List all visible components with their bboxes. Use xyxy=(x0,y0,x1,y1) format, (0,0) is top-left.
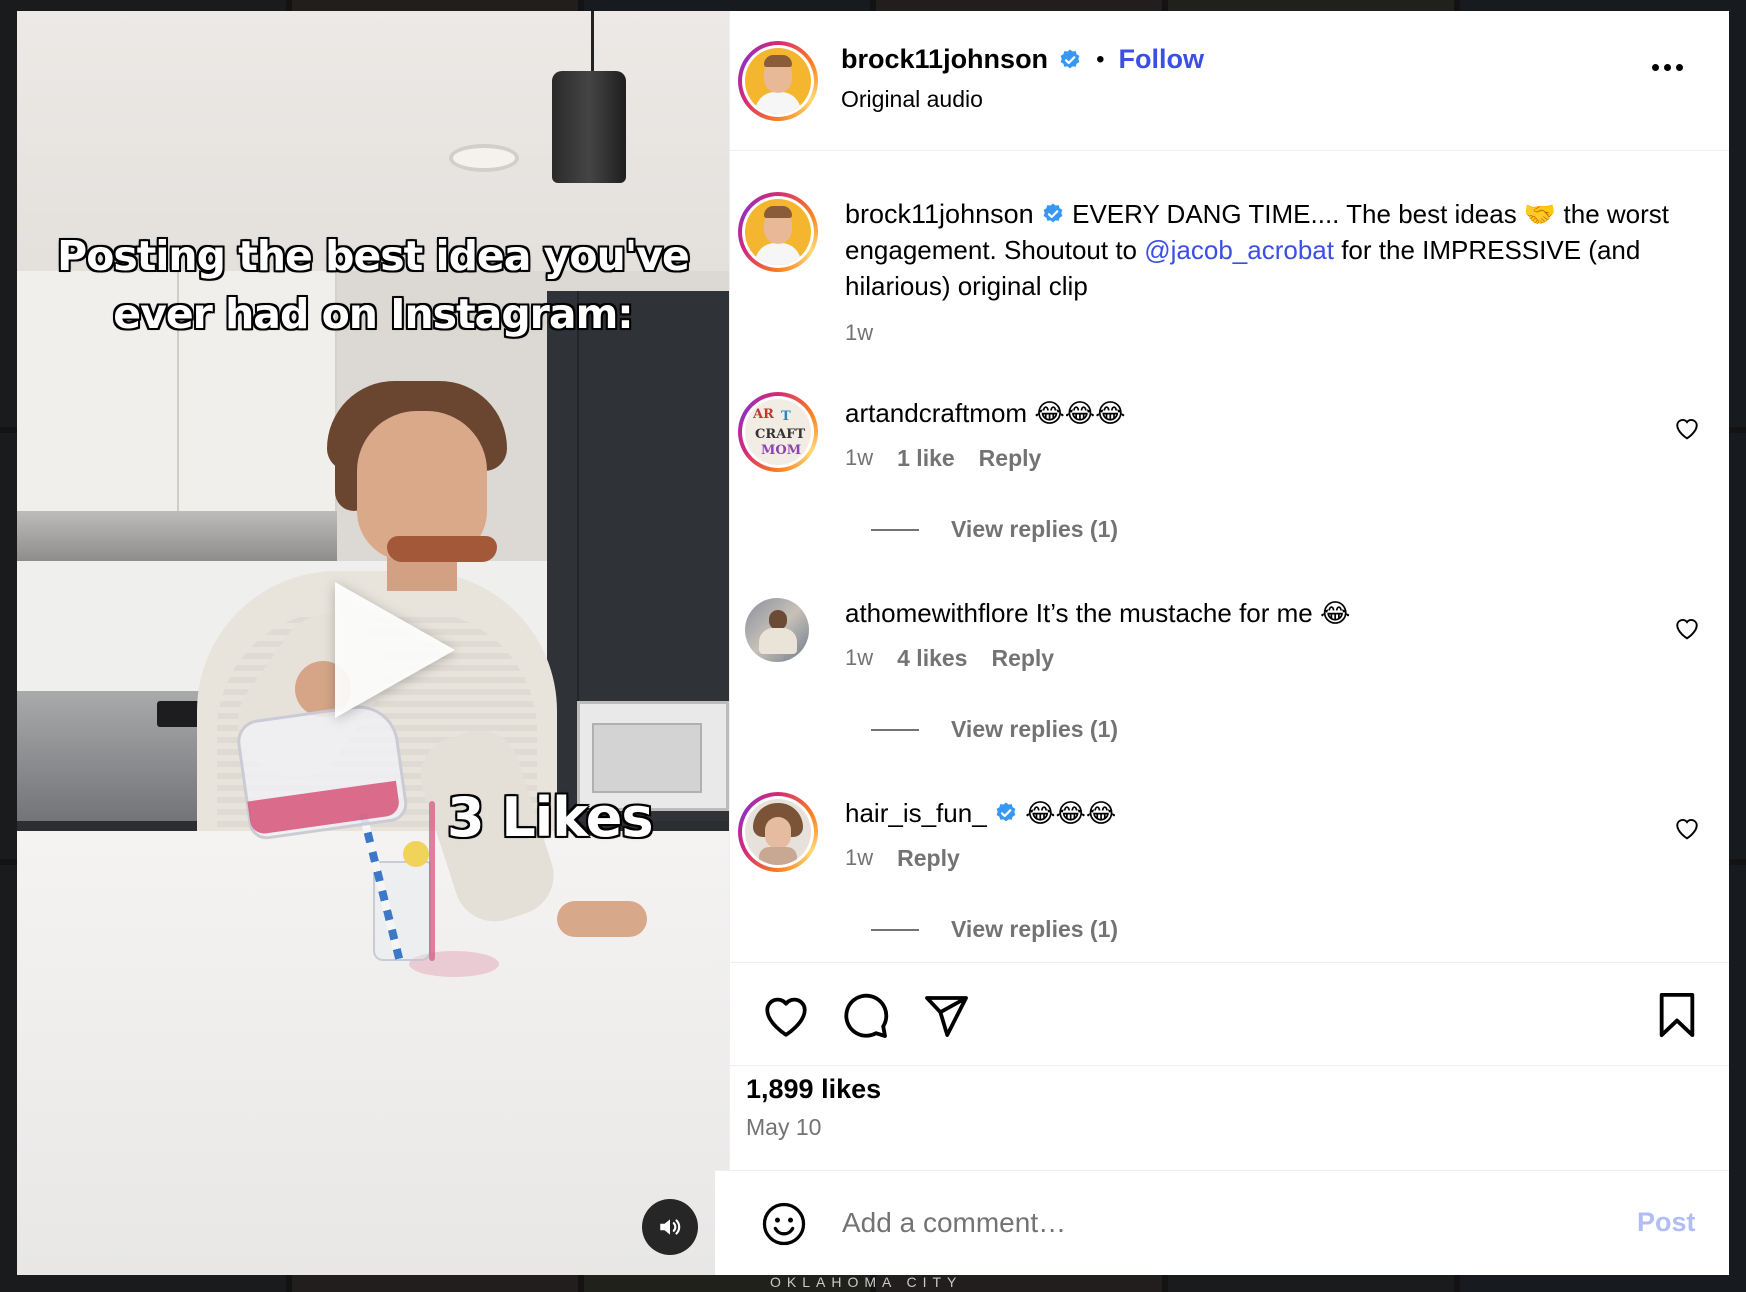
share-button[interactable] xyxy=(922,992,970,1040)
author-avatar[interactable] xyxy=(738,41,818,121)
reply-button[interactable]: Reply xyxy=(991,645,1054,672)
heart-icon xyxy=(765,997,807,1037)
header-user-line: brock11johnson • Follow xyxy=(841,44,1204,75)
comment-meta: 1w 4 likes Reply xyxy=(845,645,1054,672)
post-caption: brock11johnson EVERY DANG TIME.... The b… xyxy=(845,196,1675,304)
comment-meta: 1w 1 like Reply xyxy=(845,445,1041,472)
comment-username[interactable]: artandcraftmom xyxy=(845,398,1027,428)
comment-like-button[interactable] xyxy=(1674,416,1700,445)
bookmark-icon xyxy=(1659,992,1695,1038)
video-overlay-headline: Posting the best idea you've ever had on… xyxy=(57,232,690,338)
post-date[interactable]: May 10 xyxy=(746,1114,821,1141)
commenter-avatar[interactable]: AR T CRAFT MOM xyxy=(738,392,818,472)
view-replies-button[interactable]: View replies (1) xyxy=(871,916,1118,943)
comment-content: athomewithflore It’s the mustache for me… xyxy=(845,598,1350,629)
heart-icon xyxy=(1676,619,1698,640)
speaker-icon xyxy=(660,1219,681,1235)
emoji-button[interactable] xyxy=(761,1201,807,1252)
comment-timestamp[interactable]: 1w xyxy=(845,445,873,472)
commenter-avatar[interactable] xyxy=(745,598,809,662)
post-comment-button[interactable]: Post xyxy=(1637,1207,1696,1238)
caption-username[interactable]: brock11johnson xyxy=(845,199,1034,229)
comment-composer: Post xyxy=(715,1170,1729,1275)
separator-dot: • xyxy=(1096,45,1105,73)
original-audio-link[interactable]: Original audio xyxy=(841,86,983,113)
comment-timestamp[interactable]: 1w xyxy=(845,845,873,872)
comment-username[interactable]: hair_is_fun_ xyxy=(845,798,987,828)
caption-timestamp[interactable]: 1w xyxy=(845,320,873,346)
comment-content: hair_is_fun_ 😂😂😂 xyxy=(845,798,1116,829)
verified-badge-icon xyxy=(994,801,1018,825)
comment-text: 😂😂😂 xyxy=(1034,398,1126,428)
play-icon[interactable] xyxy=(335,582,455,718)
mute-button[interactable] xyxy=(642,1199,698,1255)
video-overlay-likes: 3 Likes xyxy=(447,786,654,849)
more-options-button[interactable] xyxy=(1652,64,1683,71)
comment-likes-count[interactable]: 4 likes xyxy=(897,645,967,672)
comment-like-button[interactable] xyxy=(1674,616,1700,645)
verified-badge-icon xyxy=(1058,48,1082,72)
comment-timestamp[interactable]: 1w xyxy=(845,645,873,672)
heart-icon xyxy=(1676,419,1698,440)
comment-text: It’s the mustache for me 😂 xyxy=(1035,598,1351,628)
reply-button[interactable]: Reply xyxy=(979,445,1042,472)
follow-button[interactable]: Follow xyxy=(1118,44,1203,75)
view-replies-label: View replies (1) xyxy=(951,716,1119,742)
comment-text: 😂😂😂 xyxy=(1025,798,1117,828)
reply-button[interactable]: Reply xyxy=(897,845,960,872)
more-horizontal-icon xyxy=(1652,64,1659,71)
comment-content: artandcraftmom 😂😂😂 xyxy=(845,398,1125,429)
background-caption: OKLAHOMA CITY xyxy=(770,1274,963,1290)
caption-mention-link[interactable]: @jacob_acrobat xyxy=(1144,235,1334,265)
view-replies-label: View replies (1) xyxy=(951,916,1119,942)
heart-icon xyxy=(1676,819,1698,840)
comment-meta: 1w Reply xyxy=(845,845,960,872)
likes-count[interactable]: 1,899 likes xyxy=(746,1074,881,1105)
share-icon xyxy=(925,996,968,1037)
emoji-icon xyxy=(762,1202,806,1246)
comment-likes-count[interactable]: 1 like xyxy=(897,445,955,472)
view-replies-button[interactable]: View replies (1) xyxy=(871,716,1118,743)
caption-author-avatar[interactable] xyxy=(738,192,818,272)
comment-like-button[interactable] xyxy=(1674,816,1700,845)
comment-username[interactable]: athomewithflore xyxy=(845,598,1029,628)
comment-icon xyxy=(844,993,889,1038)
post-header xyxy=(730,11,1729,151)
like-button[interactable] xyxy=(761,992,811,1038)
commenter-avatar[interactable] xyxy=(738,792,818,872)
actions-divider xyxy=(715,962,1729,963)
comment-button[interactable] xyxy=(842,992,890,1040)
view-replies-button[interactable]: View replies (1) xyxy=(871,516,1118,543)
verified-badge-icon xyxy=(1041,202,1065,226)
view-replies-label: View replies (1) xyxy=(951,516,1119,542)
comment-input[interactable] xyxy=(842,1201,1542,1245)
author-username[interactable]: brock11johnson xyxy=(841,44,1048,75)
save-button[interactable] xyxy=(1656,992,1698,1038)
reel-video[interactable]: Posting the best idea you've ever had on… xyxy=(17,11,729,1275)
